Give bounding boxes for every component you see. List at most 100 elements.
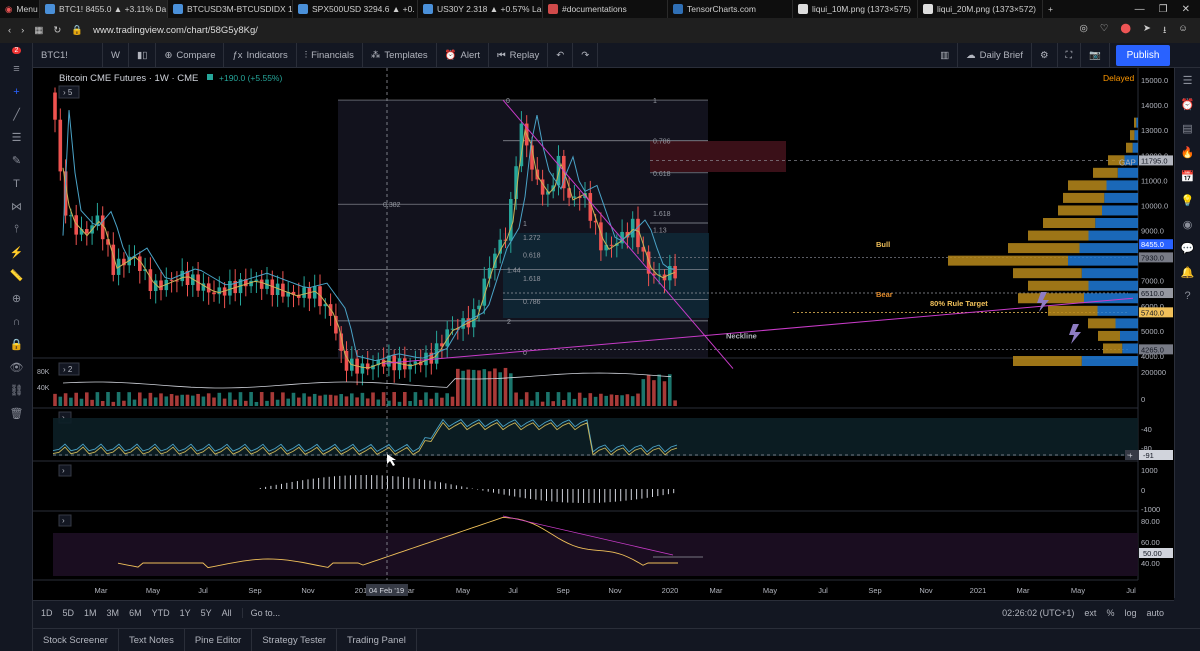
download-icon[interactable]: ⭳ bbox=[1163, 23, 1166, 39]
undo-button[interactable]: ↶ bbox=[548, 42, 574, 68]
log-toggle[interactable]: log bbox=[1124, 608, 1136, 618]
candle-body bbox=[169, 279, 174, 281]
fullscreen-button[interactable]: ⛶ bbox=[1058, 42, 1082, 68]
image-file-icon bbox=[798, 4, 808, 14]
reload-icon[interactable]: ↻ bbox=[53, 25, 61, 36]
price-tick: 5000.0 bbox=[1141, 327, 1164, 336]
indicators-button[interactable]: ƒx Indicators bbox=[224, 42, 297, 68]
notifications-icon[interactable]: 🔔 bbox=[1175, 260, 1200, 284]
calendar-icon[interactable]: 📅 bbox=[1175, 164, 1200, 188]
brush-icon[interactable]: ✎ bbox=[0, 149, 33, 172]
magnet-icon[interactable]: ∩ bbox=[0, 310, 33, 333]
forward-icon[interactable]: › bbox=[21, 25, 24, 36]
auto-toggle[interactable]: auto bbox=[1146, 608, 1164, 618]
chart-area[interactable]: 0 1 0.786 0.618 0.382 1.618 1 1.13 1.272 0.618 1.4… bbox=[33, 68, 1174, 600]
tab-stock-screener[interactable]: Stock Screener bbox=[33, 629, 119, 651]
replay-button[interactable]: ⏮ Replay bbox=[489, 42, 549, 68]
browser-tab[interactable]: BTCUSD3M-BTCUSDIDX 19 bbox=[168, 0, 293, 18]
close-window-icon[interactable]: ✕ bbox=[1182, 4, 1190, 15]
ruler-icon[interactable]: 📏 bbox=[0, 264, 33, 287]
streams-icon[interactable]: ◉ bbox=[1175, 212, 1200, 236]
fib-icon[interactable]: ☰ bbox=[0, 126, 33, 149]
restore-icon[interactable]: ❐ bbox=[1159, 4, 1168, 15]
browser-tab[interactable]: liqui_20M.png (1373×572) bbox=[918, 0, 1043, 18]
notifications-badge[interactable]: 2 bbox=[0, 43, 33, 57]
lock-drawings-icon[interactable]: 🔒 bbox=[0, 333, 33, 356]
opera-icon: ◉ bbox=[5, 3, 13, 14]
range-1y[interactable]: 1Y bbox=[180, 608, 191, 618]
browser-tab[interactable]: liqui_10M.png (1373×575) bbox=[793, 0, 918, 18]
bottom-panel-tabs: Stock Screener Text Notes Pine Editor St… bbox=[33, 628, 1200, 651]
data-window-icon[interactable]: ▤ bbox=[1175, 116, 1200, 140]
redo-button[interactable]: ↷ bbox=[573, 42, 599, 68]
browser-tab[interactable]: US30Y 2.318 ▲ +0.57% La bbox=[418, 0, 543, 18]
range-5d[interactable]: 5D bbox=[63, 608, 75, 618]
help-icon[interactable]: ? bbox=[1175, 284, 1200, 308]
volume-bar bbox=[323, 394, 328, 406]
browser-menu-button[interactable]: ◉ Menu bbox=[0, 0, 40, 18]
text-icon[interactable]: T bbox=[0, 172, 33, 195]
chat-icon[interactable]: 💬 bbox=[1175, 236, 1200, 260]
range-3m[interactable]: 3M bbox=[107, 608, 120, 618]
percent-toggle[interactable]: % bbox=[1106, 608, 1114, 618]
undo-icon: ↶ bbox=[556, 49, 565, 61]
layout-button[interactable]: ▥ bbox=[932, 42, 959, 68]
link-icon[interactable]: ⛓ bbox=[0, 379, 33, 402]
menu-icon[interactable]: ≡ bbox=[0, 57, 33, 80]
layout-name-button[interactable]: ☁ Daily Brief bbox=[958, 42, 1032, 68]
publish-button[interactable]: Publish bbox=[1116, 45, 1170, 66]
account-icon[interactable]: ☺ bbox=[1178, 23, 1188, 39]
range-1m[interactable]: 1M bbox=[84, 608, 97, 618]
volume-bar bbox=[111, 401, 116, 406]
tab-strategy-tester[interactable]: Strategy Tester bbox=[252, 629, 338, 651]
range-1d[interactable]: 1D bbox=[41, 608, 53, 618]
prediction-icon[interactable]: ⫯ bbox=[0, 218, 33, 241]
tab-pine-editor[interactable]: Pine Editor bbox=[185, 629, 253, 651]
tab-trading-panel[interactable]: Trading Panel bbox=[337, 629, 417, 651]
alert-button[interactable]: ⏰ Alert bbox=[437, 42, 490, 68]
new-tab-button[interactable]: + bbox=[1043, 0, 1063, 18]
range-6m[interactable]: 6M bbox=[129, 608, 142, 618]
pointer-icon[interactable]: ➤ bbox=[1143, 23, 1151, 39]
adblock-icon[interactable]: ⬤ bbox=[1120, 23, 1131, 39]
zoom-icon[interactable]: ⊕ bbox=[0, 287, 33, 310]
trash-icon[interactable]: 🗑 bbox=[0, 402, 33, 425]
watchlist-icon[interactable]: ☰ bbox=[1175, 68, 1200, 92]
compare-button[interactable]: ⊕ Compare bbox=[156, 42, 225, 68]
browser-tab[interactable]: BTC1! 8455.0 ▲ +3.11% Da× bbox=[40, 0, 168, 18]
symbol-search[interactable]: BTC1! bbox=[33, 42, 103, 68]
volume-profile-bar bbox=[1018, 293, 1084, 304]
goto-button[interactable]: Go to... bbox=[241, 607, 280, 618]
hotlist-icon[interactable]: 🔥 bbox=[1175, 140, 1200, 164]
tradingview-icon bbox=[45, 4, 55, 14]
shapes-icon[interactable]: ⚡ bbox=[0, 241, 33, 264]
ideas-icon[interactable]: 💡 bbox=[1175, 188, 1200, 212]
range-5y[interactable]: 5Y bbox=[201, 608, 212, 618]
range-all[interactable]: All bbox=[222, 608, 232, 618]
minimize-icon[interactable]: — bbox=[1135, 4, 1145, 15]
crosshair-icon[interactable]: + bbox=[0, 80, 33, 103]
eye-icon[interactable]: 👁 bbox=[0, 356, 33, 379]
settings-button[interactable]: ⚙ bbox=[1032, 42, 1058, 68]
grid-icon[interactable]: ▦ bbox=[34, 25, 43, 36]
clock[interactable]: 02:26:02 (UTC+1) bbox=[1002, 608, 1074, 618]
templates-button[interactable]: ⁂ Templates bbox=[363, 42, 437, 68]
trendline-icon[interactable]: ╱ bbox=[0, 103, 33, 126]
browser-tab[interactable]: TensorCharts.com bbox=[668, 0, 793, 18]
snapshot-button[interactable]: 📷 bbox=[1081, 42, 1110, 68]
interval-button[interactable]: W bbox=[103, 42, 129, 68]
back-icon[interactable]: ‹ bbox=[8, 25, 11, 36]
range-ytd[interactable]: YTD bbox=[152, 608, 170, 618]
pattern-icon[interactable]: ⋈ bbox=[0, 195, 33, 218]
alerts-icon[interactable]: ⏰ bbox=[1175, 92, 1200, 116]
ext-toggle[interactable]: ext bbox=[1084, 608, 1096, 618]
candles-icon: ▮▯ bbox=[136, 49, 148, 61]
browser-tab[interactable]: SPX500USD 3294.6 ▲ +0. bbox=[293, 0, 418, 18]
financials-button[interactable]: ⫶ Financials bbox=[297, 42, 363, 68]
heart-icon[interactable]: ♡ bbox=[1100, 23, 1109, 39]
browser-tab[interactable]: #documentations bbox=[543, 0, 668, 18]
url-field[interactable]: www.tradingview.com/chart/58G5y8Kg/ bbox=[93, 25, 258, 36]
tab-text-notes[interactable]: Text Notes bbox=[119, 629, 185, 651]
chart-type-button[interactable]: ▮▯ bbox=[129, 42, 157, 68]
camera-icon[interactable]: ◎ bbox=[1080, 23, 1088, 39]
